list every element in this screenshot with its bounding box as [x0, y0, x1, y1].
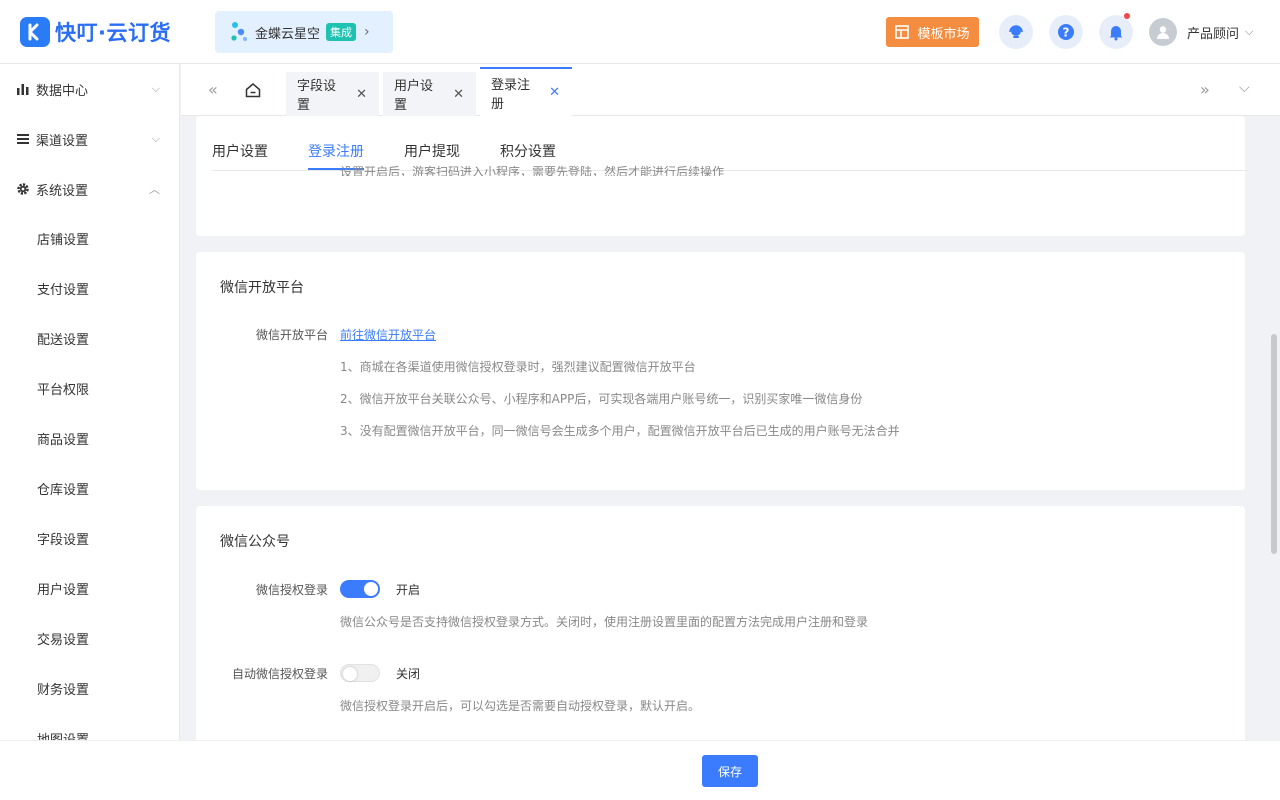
- tab-login-register[interactable]: 登录注册 ✕: [480, 67, 572, 116]
- sidebar-item-store[interactable]: 店铺设置: [0, 213, 179, 263]
- template-icon: [895, 25, 910, 39]
- sidebar-item-trade[interactable]: 交易设置: [0, 613, 179, 663]
- sidebar-item-warehouse[interactable]: 仓库设置: [0, 463, 179, 513]
- subtab-user-settings[interactable]: 用户设置: [212, 141, 268, 161]
- chevron-down-icon: ⌵: [1245, 25, 1254, 38]
- sidebar-group-system[interactable]: 系统设置 ︿: [0, 164, 179, 214]
- home-icon[interactable]: [244, 81, 262, 103]
- toggle-knob: [343, 667, 357, 681]
- logo-text: 快叮·云订货: [55, 20, 171, 45]
- notification-dot: [1124, 13, 1130, 19]
- note-3: 3、没有配置微信开放平台，同一微信号会生成多个用户，配置微信开放平台后已生成的用…: [340, 424, 900, 438]
- integration-name: 金蝶云星空: [255, 26, 321, 42]
- close-icon[interactable]: ✕: [549, 85, 560, 100]
- subtab-login-register[interactable]: 登录注册: [308, 141, 364, 161]
- kingdee-logo-icon: [231, 22, 247, 41]
- avatar-icon: [1149, 18, 1177, 46]
- sidebar-item-payment[interactable]: 支付设置: [0, 263, 179, 313]
- integration-badge: 集成: [326, 23, 357, 41]
- wechat-official-account-card: 微信公众号 微信授权登录 开启 微信公众号是否支持微信授权登录方式。关闭时，使用…: [196, 506, 1245, 740]
- sidebar-item-products[interactable]: 商品设置: [0, 413, 179, 463]
- user-menu[interactable]: 产品顾问 ⌵: [1149, 18, 1253, 46]
- bell-icon: [1109, 26, 1123, 41]
- svg-text:?: ?: [1063, 26, 1070, 40]
- sidebar-group-channel[interactable]: 渠道设置 ⌵: [0, 114, 179, 164]
- template-market-button[interactable]: 模板市场: [886, 17, 979, 47]
- login-settings-card: [196, 116, 1245, 236]
- wechat-open-platform-card: 微信开放平台 微信开放平台 前往微信开放平台 1、商城在各渠道使用微信授权登录时…: [196, 252, 1245, 490]
- notification-button[interactable]: [1099, 13, 1133, 49]
- chevron-down-icon: ⌵: [151, 132, 160, 145]
- content-scrollbar[interactable]: [1271, 334, 1277, 554]
- section-title: 微信开放平台: [220, 280, 304, 296]
- chevron-right-icon: ›: [364, 24, 370, 40]
- top-header: 快叮·云订货 金蝶云星空 集成 › 模板市场 ? 产品顾问 ⌵: [0, 0, 1280, 64]
- section-title: 微信公众号: [220, 534, 290, 550]
- logo-k-icon: [20, 16, 50, 47]
- sidebar-item-fields[interactable]: 字段设置: [0, 513, 179, 563]
- sidebar-group-data-center[interactable]: 数据中心 ⌵: [0, 64, 179, 114]
- sidebar-item-users[interactable]: 用户设置: [0, 563, 179, 613]
- close-icon[interactable]: ✕: [356, 87, 367, 102]
- headset-icon: [1009, 25, 1023, 38]
- field-label: 微信授权登录: [255, 583, 328, 597]
- field-note: 微信公众号是否支持微信授权登录方式。关闭时，使用注册设置里面的配置方法完成用户注…: [340, 615, 869, 629]
- tab-field-settings[interactable]: 字段设置 ✕: [286, 72, 379, 116]
- guest-login-note: 设置开启后，游客扫码进入小程序，需要先登陆，然后才能进行后续操作: [340, 165, 725, 176]
- bar-chart-icon: [17, 84, 29, 95]
- sidebar-item-map[interactable]: 地图设置: [0, 713, 179, 741]
- help-button[interactable]: ?: [1049, 15, 1083, 49]
- gear-icon: [17, 183, 29, 195]
- toggle-state-text: 开启: [396, 583, 421, 597]
- double-chevron-right-icon[interactable]: »: [1200, 80, 1210, 99]
- subtab-withdraw[interactable]: 用户提现: [404, 141, 460, 161]
- chevron-up-icon: ︿: [149, 183, 160, 196]
- template-market-label: 模板市场: [917, 26, 970, 42]
- field-label: 微信开放平台: [255, 328, 328, 342]
- save-button[interactable]: 保存: [702, 755, 758, 787]
- sidebar-item-finance[interactable]: 财务设置: [0, 663, 179, 713]
- subtab-points[interactable]: 积分设置: [500, 141, 556, 161]
- wechat-open-platform-link[interactable]: 前往微信开放平台: [340, 326, 436, 343]
- page-tab-bar: « 字段设置 ✕ 用户设置 ✕ 登录注册 ✕ » ⌵: [181, 64, 1280, 116]
- customer-service-button[interactable]: [999, 15, 1033, 49]
- sidebar-item-permissions[interactable]: 平台权限: [0, 363, 179, 413]
- toggle-knob: [364, 582, 378, 596]
- integration-switcher[interactable]: 金蝶云星空 集成 ›: [215, 11, 393, 53]
- field-label: 自动微信授权登录: [231, 667, 328, 681]
- tab-user-settings[interactable]: 用户设置 ✕: [383, 72, 476, 116]
- close-icon[interactable]: ✕: [453, 87, 464, 102]
- wechat-auth-login-toggle[interactable]: [340, 580, 380, 598]
- app-logo[interactable]: 快叮·云订货: [20, 16, 171, 47]
- sidebar: 数据中心 ⌵ 渠道设置 ⌵ 系统设置 ︿ 店铺设置 支付设置 配送设置 平台权限…: [0, 64, 180, 740]
- main-content: 用户设置 登录注册 用户提现 积分设置 设置开启后，游客扫码进入小程序，需要先登…: [181, 116, 1280, 740]
- chevron-down-icon: ⌵: [151, 82, 160, 95]
- field-note: 微信授权登录开启后，可以勾选是否需要自动授权登录，默认开启。: [340, 699, 701, 713]
- footer-bar: 保存: [0, 740, 1280, 800]
- sidebar-item-delivery[interactable]: 配送设置: [0, 313, 179, 363]
- auto-auth-login-toggle[interactable]: [340, 664, 380, 682]
- toggle-state-text: 关闭: [396, 667, 421, 681]
- chevron-down-icon[interactable]: ⌵: [1239, 80, 1250, 96]
- double-chevron-left-icon[interactable]: «: [208, 80, 218, 99]
- note-2: 2、微信开放平台关联公众号、小程序和APP后，可实现各端用户账号统一，识别买家唯…: [340, 392, 863, 406]
- help-icon: ?: [1058, 24, 1074, 40]
- user-name: 产品顾问: [1187, 26, 1240, 42]
- note-1: 1、商城在各渠道使用微信授权登录时，强烈建议配置微信开放平台: [340, 360, 696, 374]
- list-icon: [17, 134, 29, 144]
